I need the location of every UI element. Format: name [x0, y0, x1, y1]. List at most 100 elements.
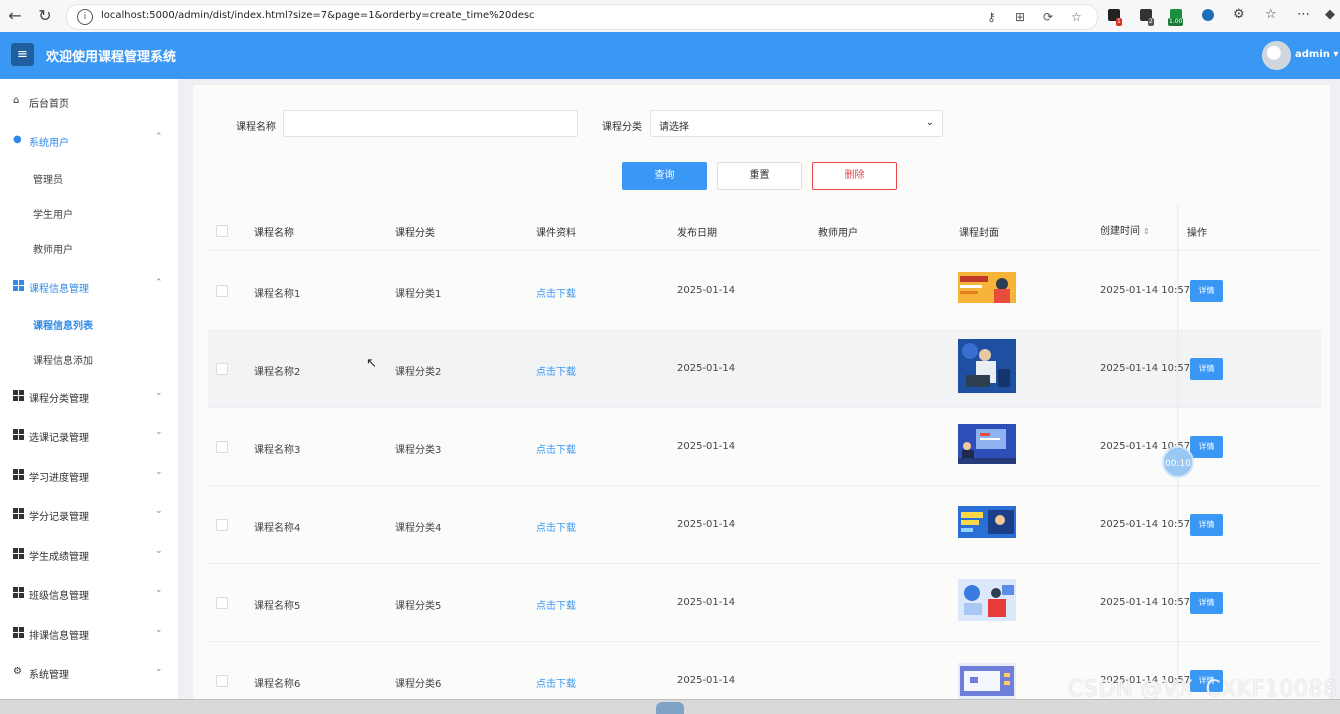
row-checkbox[interactable]: [216, 597, 228, 609]
download-link[interactable]: 点击下载: [536, 675, 576, 690]
chevron-down-icon: ⌄: [155, 506, 163, 516]
row-checkbox[interactable]: [216, 675, 228, 687]
select-all-checkbox[interactable]: [216, 225, 228, 237]
chevron-up-icon: ⌃: [155, 278, 163, 288]
info-icon[interactable]: i: [77, 9, 93, 25]
category-label: 课程分类: [602, 122, 642, 133]
sidebar-item-grades[interactable]: 学生成绩管理 ⌄: [0, 534, 178, 572]
app-title: 欢迎使用课程管理系统: [46, 50, 177, 65]
gear-icon: ⚙: [13, 666, 22, 677]
taskbar: [0, 699, 1340, 714]
sidebar-item-classes[interactable]: 班级信息管理 ⌄: [0, 573, 178, 611]
download-link[interactable]: 点击下载: [536, 441, 576, 456]
detail-button[interactable]: 详情: [1190, 358, 1223, 380]
category-select[interactable]: 请选择 ⌄: [650, 110, 943, 137]
column-header: 课程名称: [254, 228, 294, 239]
avatar[interactable]: [1262, 41, 1291, 70]
delete-button[interactable]: 删除: [812, 162, 897, 190]
sidebar-subitem-teachers[interactable]: 教师用户: [33, 241, 73, 256]
download-link[interactable]: 点击下载: [536, 285, 576, 300]
detail-button[interactable]: 详情: [1190, 592, 1223, 614]
cell-category: 课程分类4: [395, 523, 442, 534]
cell-publish-date: 2025-01-14: [677, 597, 736, 608]
cell-course-name: 课程名称2: [254, 367, 301, 378]
favorite-icon[interactable]: ☆: [1071, 10, 1082, 24]
sidebar-item-label: 课程分类管理: [29, 394, 89, 405]
cell-course-name: 课程名称1: [254, 289, 301, 300]
detail-button[interactable]: 详情: [1190, 514, 1223, 536]
column-header: 课件资料: [536, 228, 576, 239]
cell-category: 课程分类2: [395, 367, 442, 378]
sidebar-item-system-users[interactable]: ● 系统用户 ⌃: [0, 120, 178, 158]
more-icon[interactable]: ⋯: [1297, 7, 1310, 22]
sidebar-item-course-info[interactable]: 课程信息管理 ⌃: [0, 266, 178, 304]
extension-badge: 1.00: [1168, 18, 1184, 26]
chevron-down-icon: ⌄: [155, 585, 163, 595]
download-link[interactable]: 点击下载: [536, 363, 576, 378]
column-header-label: 创建时间: [1100, 226, 1140, 237]
sidebar: ⌂ 后台首页 ● 系统用户 ⌃ 管理员 学生用户 教师用户 课程信息管理 ⌃ 课…: [0, 79, 178, 699]
sidebar-item-label: 班级信息管理: [29, 591, 89, 602]
sidebar-item-progress[interactable]: 学习进度管理 ⌄: [0, 455, 178, 493]
download-link[interactable]: 点击下载: [536, 597, 576, 612]
row-checkbox[interactable]: [216, 285, 228, 297]
cell-publish-date: 2025-01-14: [677, 285, 736, 296]
favorites-icon[interactable]: ☆: [1265, 7, 1277, 22]
cell-course-name: 课程名称6: [254, 679, 301, 690]
sidebar-subitem-course-list[interactable]: 课程信息列表: [33, 317, 93, 332]
extensions-icon[interactable]: ⚙: [1233, 7, 1245, 22]
download-link[interactable]: 点击下载: [536, 519, 576, 534]
table-header: 课程名称 课程分类 课件资料 发布日期 教师用户 课程封面 创建时间 ⇕ 操作: [208, 210, 1321, 251]
sort-icon[interactable]: ⇕: [1143, 227, 1150, 236]
refresh-icon[interactable]: ⟳: [1043, 10, 1053, 24]
column-header: 课程封面: [959, 228, 999, 239]
sidebar-item-system[interactable]: ⚙ 系统管理 ⌄: [0, 652, 178, 690]
user-menu[interactable]: admin ▾: [1295, 49, 1338, 60]
key-icon[interactable]: ⚷: [987, 10, 996, 24]
cell-publish-date: 2025-01-14: [677, 441, 736, 452]
cell-publish-date: 2025-01-14: [677, 675, 736, 686]
chevron-down-icon: ⌄: [155, 625, 163, 635]
detail-button[interactable]: 详情: [1190, 436, 1223, 458]
taskbar-app-icon[interactable]: [656, 702, 684, 714]
sidebar-item-enrollment[interactable]: 选课记录管理 ⌄: [0, 415, 178, 453]
chevron-down-icon: ⌄: [925, 117, 934, 128]
sidebar-item-credits[interactable]: 学分记录管理 ⌄: [0, 494, 178, 532]
row-checkbox[interactable]: [216, 363, 228, 375]
chevron-down-icon: ▾: [1329, 49, 1339, 60]
extension-icon[interactable]: [1202, 9, 1214, 21]
chevron-down-icon: ⌄: [155, 467, 163, 477]
table-row: 课程名称3 课程分类3 点击下载 2025-01-14 2025-01-14 1…: [208, 407, 1321, 486]
recording-timer: 00:10: [1162, 446, 1194, 478]
cell-course-name: 课程名称4: [254, 523, 301, 534]
column-header-sortable[interactable]: 创建时间 ⇕: [1100, 222, 1150, 237]
sidebar-item-label: 课程信息管理: [29, 284, 89, 295]
grid-icon: [13, 429, 24, 440]
column-header: 课程分类: [395, 228, 435, 239]
reload-icon[interactable]: ↻: [35, 6, 55, 26]
sidebar-subitem-students[interactable]: 学生用户: [33, 206, 73, 221]
sidebar-item-home[interactable]: ⌂ 后台首页: [0, 81, 178, 119]
sidebar-subitem-course-add[interactable]: 课程信息添加: [33, 352, 93, 367]
detail-button[interactable]: 详情: [1190, 280, 1223, 302]
reset-button[interactable]: 重置: [717, 162, 802, 190]
url-text: localhost:5000/admin/dist/index.html?siz…: [101, 10, 535, 21]
chevron-down-icon: ⌄: [155, 388, 163, 398]
apps-icon[interactable]: ⊞: [1015, 10, 1025, 24]
copilot-icon[interactable]: ◆: [1325, 7, 1335, 22]
cell-publish-date: 2025-01-14: [677, 363, 736, 374]
sidebar-subitem-admin[interactable]: 管理员: [33, 171, 63, 186]
address-bar[interactable]: i localhost:5000/admin/dist/index.html?s…: [66, 4, 1098, 30]
row-checkbox[interactable]: [216, 519, 228, 531]
sidebar-item-label: 排课信息管理: [29, 631, 89, 642]
grid-icon: [13, 469, 24, 480]
table-row: 课程名称4 课程分类4 点击下载 2025-01-14 2025-01-14 1…: [208, 485, 1321, 564]
menu-toggle-icon[interactable]: ≡: [11, 43, 34, 66]
search-button[interactable]: 查询: [622, 162, 707, 190]
sidebar-item-course-category[interactable]: 课程分类管理 ⌄: [0, 376, 178, 414]
back-icon[interactable]: ←: [5, 6, 25, 26]
row-checkbox[interactable]: [216, 441, 228, 453]
sidebar-item-schedule[interactable]: 排课信息管理 ⌄: [0, 613, 178, 651]
course-name-input[interactable]: [283, 110, 578, 137]
grid-icon: [13, 627, 24, 638]
